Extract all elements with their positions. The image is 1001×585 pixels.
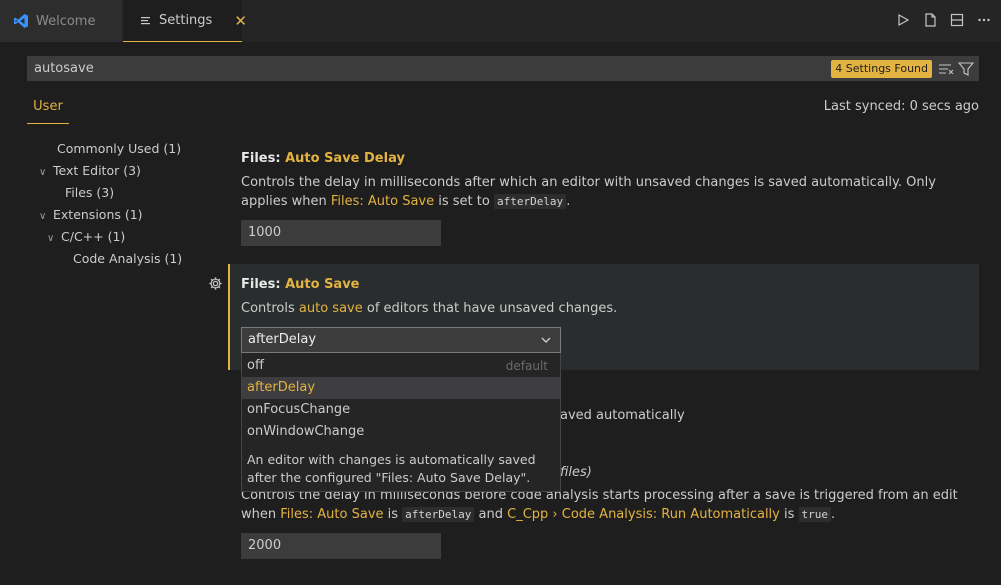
option-label: onWindowChange — [247, 424, 365, 439]
code-analysis-delay-input[interactable]: 2000 — [241, 533, 441, 559]
toc-cpp[interactable]: ∨ C/C++ (1) — [47, 226, 125, 248]
toc-label: Files (3) — [65, 185, 115, 200]
toc-label: Text Editor (3) — [53, 163, 141, 178]
close-icon[interactable]: ✕ — [234, 12, 247, 30]
setting-category: Files: — [241, 151, 286, 166]
tab-settings-label: Settings — [159, 13, 213, 28]
auto-save-select[interactable]: afterDelay — [241, 327, 561, 353]
option-after-delay[interactable]: afterDelay — [242, 377, 560, 399]
tab-bar: Welcome Settings ✕ — [0, 0, 1001, 42]
desc-text: is — [383, 507, 403, 522]
inline-code: afterDelay — [493, 194, 567, 209]
toc-commonly-used[interactable]: Commonly Used (1) — [43, 138, 181, 160]
tab-settings[interactable]: Settings ✕ — [123, 0, 247, 42]
setting-description: Controls the delay in milliseconds after… — [241, 173, 966, 211]
partial-description: aved automatically — [560, 408, 685, 423]
chevron-down-icon[interactable]: ∨ — [39, 206, 53, 228]
desc-text: of editors that have unsaved changes. — [362, 301, 618, 316]
setting-description: Controls auto save of editors that have … — [241, 299, 617, 318]
filter-icon[interactable] — [957, 60, 975, 78]
toc-label: Extensions (1) — [53, 207, 143, 222]
split-editor-icon[interactable] — [948, 11, 966, 29]
option-label: off — [247, 358, 264, 373]
clear-filter-icon[interactable] — [937, 60, 955, 78]
chevron-down-icon[interactable]: ∨ — [39, 162, 53, 184]
run-icon[interactable] — [894, 11, 912, 29]
toc-code-analysis[interactable]: Code Analysis (1) — [59, 248, 182, 270]
settings-search-box: 4 Settings Found — [27, 56, 979, 81]
default-hint: default — [505, 359, 548, 373]
editor-actions — [894, 11, 993, 29]
option-off[interactable]: off default — [242, 355, 560, 377]
auto-save-delay-input[interactable]: 1000 — [241, 220, 441, 246]
option-label: onFocusChange — [247, 402, 351, 417]
desc-text: is set to — [434, 194, 494, 209]
more-actions-icon[interactable] — [975, 11, 993, 29]
inline-code: true — [798, 507, 832, 522]
toc-text-editor[interactable]: ∨ Text Editor (3) — [39, 160, 141, 182]
option-on-focus-change[interactable]: onFocusChange — [242, 399, 560, 421]
tab-welcome[interactable]: Welcome — [0, 0, 122, 42]
setting-category: Files: — [241, 277, 286, 292]
tab-welcome-label: Welcome — [36, 13, 96, 29]
user-scope-tab[interactable]: User — [27, 95, 69, 124]
results-count-badge: 4 Settings Found — [831, 60, 932, 78]
desc-text: Controls — [241, 301, 299, 316]
setting-link[interactable]: C_Cpp › Code Analysis: Run Automatically — [507, 507, 780, 522]
toc-files[interactable]: Files (3) — [51, 182, 114, 204]
option-label: afterDelay — [247, 380, 316, 395]
desc-text: and — [474, 507, 508, 522]
setting-title-auto-save: Files: Auto Save — [241, 277, 360, 292]
vscode-logo-icon — [13, 13, 29, 29]
inline-code: afterDelay — [402, 507, 475, 522]
desc-text: . — [831, 507, 836, 522]
setting-link[interactable]: Files: Auto Save — [280, 507, 383, 522]
settings-lines-icon — [140, 15, 152, 27]
setting-name: Auto Save — [285, 277, 360, 292]
toc-extensions[interactable]: ∨ Extensions (1) — [39, 204, 143, 226]
chevron-down-icon[interactable]: ∨ — [47, 228, 61, 250]
open-settings-json-icon[interactable] — [921, 11, 939, 29]
partial-title: files) — [560, 465, 592, 480]
auto-save-options-list: off default afterDelay onFocusChange onW… — [241, 353, 561, 492]
search-input[interactable] — [27, 56, 827, 81]
sync-status: Last synced: 0 secs ago — [823, 99, 979, 114]
toc-label: C/C++ (1) — [61, 229, 126, 244]
desc-text: is — [779, 507, 799, 522]
option-description: An editor with changes is automatically … — [247, 452, 536, 485]
setting-link[interactable]: Files: Auto Save — [331, 194, 434, 209]
toc-label: Commonly Used (1) — [57, 141, 182, 156]
setting-title-auto-save-delay: Files: Auto Save Delay — [241, 151, 405, 166]
setting-link[interactable]: auto save — [299, 301, 363, 316]
setting-name: Auto Save Delay — [285, 151, 405, 166]
desc-text: . — [566, 194, 571, 209]
option-on-window-change[interactable]: onWindowChange — [242, 421, 560, 443]
select-value: afterDelay — [248, 332, 317, 347]
gear-icon[interactable] — [208, 276, 223, 291]
toc-label: Code Analysis (1) — [73, 251, 183, 266]
